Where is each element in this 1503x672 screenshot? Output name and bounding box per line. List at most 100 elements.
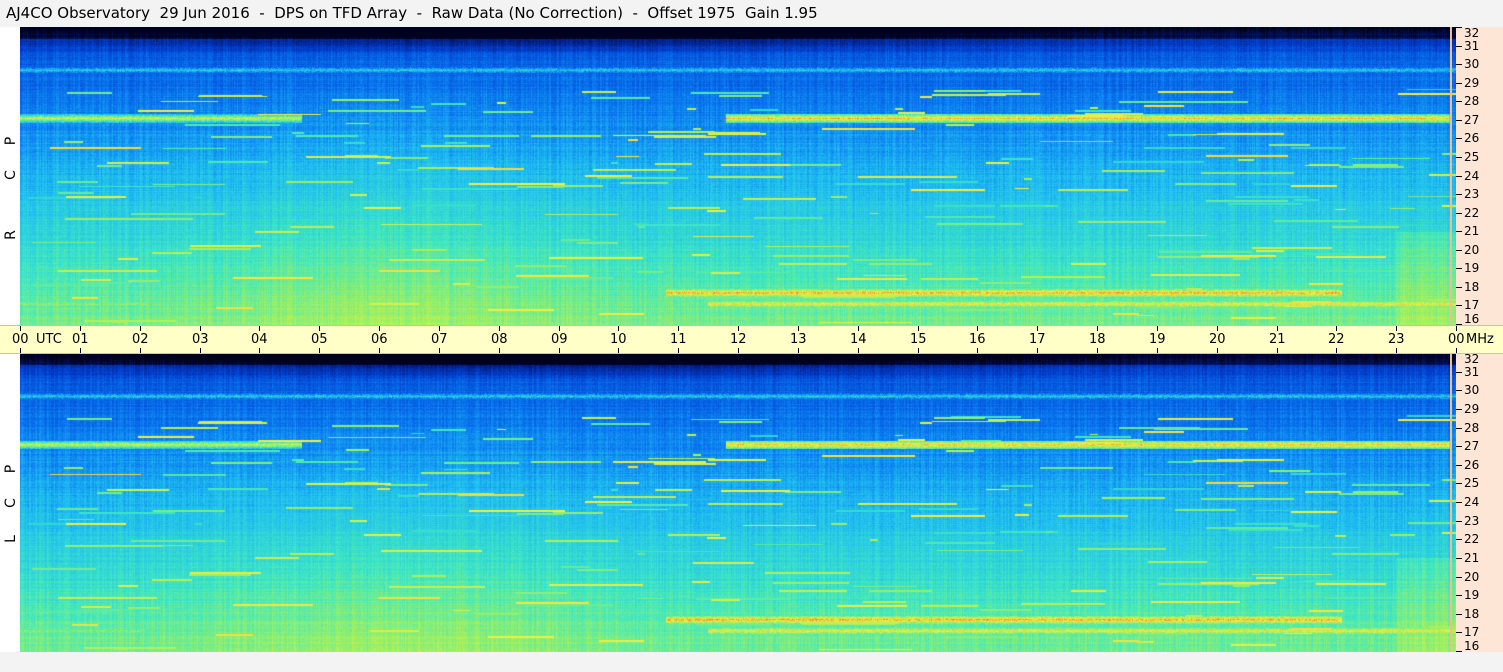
freq-tick-label: 26 [1464, 131, 1480, 145]
freq-tick-label: 16 [1464, 312, 1480, 326]
rcp-end-marker [1450, 27, 1452, 325]
freq-tick [1456, 614, 1462, 615]
rcp-letter-p: P [3, 136, 19, 146]
freq-tick-label: 31 [1464, 365, 1480, 379]
time-tick-label: 10 [610, 332, 627, 347]
time-tick-label: 16 [969, 332, 986, 347]
time-tick [1037, 326, 1038, 331]
time-tick [1157, 326, 1158, 331]
time-tick-label: 19 [1149, 332, 1166, 347]
time-tick-label: 08 [491, 332, 508, 347]
time-tick [618, 326, 619, 331]
time-tick [618, 348, 619, 353]
time-tick [798, 326, 799, 331]
freq-tick-label: 17 [1464, 298, 1480, 312]
freq-tick [1456, 632, 1462, 633]
time-tick [499, 348, 500, 353]
freq-tick [1456, 372, 1462, 373]
time-tick [1396, 326, 1397, 331]
freq-tick [1456, 120, 1462, 121]
time-tick [1456, 348, 1457, 353]
time-tick [1336, 326, 1337, 331]
time-tick [858, 326, 859, 331]
freq-tick-label: 22 [1464, 206, 1480, 220]
time-tick [319, 348, 320, 353]
freq-tick-label: 19 [1464, 261, 1480, 275]
time-tick [1097, 326, 1098, 331]
freq-tick-label: 20 [1464, 243, 1480, 257]
time-tick-label: 05 [311, 332, 328, 347]
freq-tick-label: 19 [1464, 588, 1480, 602]
time-tick [738, 348, 739, 353]
time-tick [559, 348, 560, 353]
rcp-frequency-axis: 32 31 30 29 28 27 26 25 24 23 22 21 20 19 18 17 16 [1456, 27, 1503, 325]
time-tick [499, 326, 500, 331]
freq-tick [1456, 46, 1462, 47]
time-tick-label: 06 [371, 332, 388, 347]
time-tick [918, 326, 919, 331]
freq-tick [1456, 287, 1462, 288]
rcp-spectrogram[interactable] [20, 27, 1456, 325]
freq-tick-label: 17 [1464, 625, 1480, 639]
time-tick-label: 22 [1328, 332, 1345, 347]
freq-tick [1456, 27, 1462, 28]
freq-tick [1456, 465, 1462, 466]
rcp-spectrogram-canvas [20, 27, 1456, 325]
lcp-spectrogram[interactable] [20, 353, 1456, 652]
time-tick [140, 326, 141, 331]
time-tick-label: 11 [670, 332, 687, 347]
time-tick [140, 348, 141, 353]
time-tick [20, 348, 21, 353]
lcp-end-marker [1450, 353, 1452, 652]
freq-tick [1456, 213, 1462, 214]
time-tick-label: 12 [730, 332, 747, 347]
time-tick [1277, 348, 1278, 353]
time-tick-label: 20 [1209, 332, 1226, 347]
freq-tick-label: 29 [1464, 76, 1480, 90]
freq-tick-label: 24 [1464, 495, 1480, 509]
freq-tick-label: 23 [1464, 514, 1480, 528]
freq-tick-label: 31 [1464, 39, 1480, 53]
freq-tick [1456, 651, 1462, 652]
freq-tick-label: 18 [1464, 280, 1480, 294]
time-tick-label: 04 [251, 332, 268, 347]
freq-tick [1456, 194, 1462, 195]
freq-tick-label: 30 [1464, 383, 1480, 397]
time-tick [200, 326, 201, 331]
time-tick [1336, 348, 1337, 353]
time-tick [678, 326, 679, 331]
freq-tick-label: 27 [1464, 439, 1480, 453]
time-tick [379, 326, 380, 331]
freq-tick [1456, 502, 1462, 503]
freq-tick-label: 26 [1464, 458, 1480, 472]
freq-tick [1456, 483, 1462, 484]
time-tick [259, 348, 260, 353]
freq-tick [1456, 231, 1462, 232]
time-tick [1396, 348, 1397, 353]
freq-tick-label: 28 [1464, 421, 1480, 435]
time-tick [738, 326, 739, 331]
freq-tick [1456, 138, 1462, 139]
freq-tick [1456, 157, 1462, 158]
freq-tick-label: 27 [1464, 113, 1480, 127]
time-tick-label: 23 [1388, 332, 1405, 347]
freq-tick [1456, 558, 1462, 559]
freq-tick-label: 20 [1464, 570, 1480, 584]
time-tick [20, 326, 21, 331]
time-tick-label: 13 [790, 332, 807, 347]
freq-tick [1456, 539, 1462, 540]
time-tick-label: 00 [12, 332, 29, 347]
rcp-label-strip: R C P [0, 27, 20, 325]
time-tick [559, 326, 560, 331]
lcp-letter-l: L [3, 535, 19, 543]
time-tick-label: 17 [1029, 332, 1046, 347]
rcp-letter-c: C [3, 170, 19, 180]
freq-tick [1456, 446, 1462, 447]
time-tick-label: UTC [36, 332, 62, 347]
time-tick [1097, 348, 1098, 353]
time-tick-label: 01 [72, 332, 89, 347]
time-tick-label: MHz [1466, 332, 1494, 347]
time-tick [1456, 326, 1457, 331]
time-tick [1277, 326, 1278, 331]
chart-title: AJ4CO Observatory 29 Jun 2016 - DPS on T… [6, 4, 818, 22]
